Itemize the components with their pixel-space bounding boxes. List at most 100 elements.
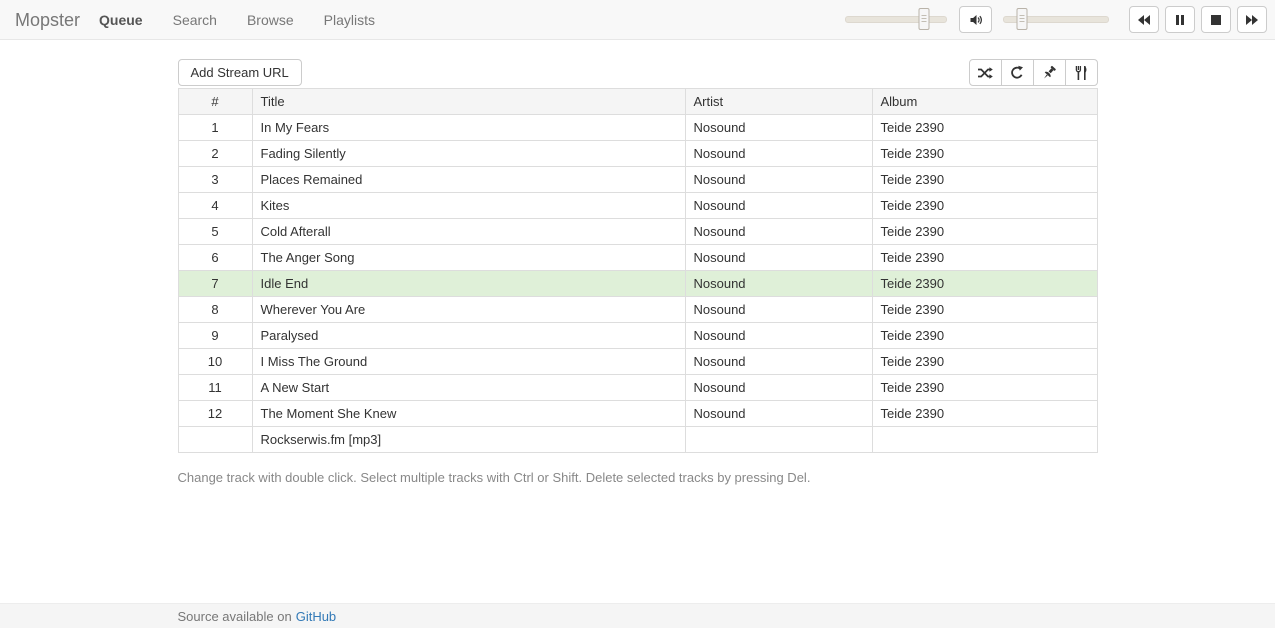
playback-mode-buttons: [969, 59, 1098, 86]
queue-track-row[interactable]: Rockserwis.fm [mp3]: [178, 427, 1097, 453]
track-album: Teide 2390: [872, 141, 1097, 167]
track-title: In My Fears: [252, 115, 685, 141]
track-title: Places Remained: [252, 167, 685, 193]
pin-button[interactable]: [1033, 59, 1066, 86]
queue-table-header-row: #TitleArtistAlbum: [178, 89, 1097, 115]
track-title: I Miss The Ground: [252, 349, 685, 375]
next-button[interactable]: [1237, 6, 1267, 33]
consume-button[interactable]: [1065, 59, 1098, 86]
track-title: A New Start: [252, 375, 685, 401]
track-album: Teide 2390: [872, 245, 1097, 271]
track-artist: Nosound: [685, 141, 872, 167]
track-artist: Nosound: [685, 375, 872, 401]
track-artist: Nosound: [685, 271, 872, 297]
track-album: Teide 2390: [872, 271, 1097, 297]
track-number: [178, 427, 252, 453]
nav-item-browse[interactable]: Browse: [232, 0, 309, 40]
column-header-num: #: [178, 89, 252, 115]
column-header-album: Album: [872, 89, 1097, 115]
page-content: Add Stream URL: [0, 40, 1275, 603]
column-header-artist: Artist: [685, 89, 872, 115]
speaker-icon: [968, 12, 984, 28]
nav-item-queue[interactable]: Queue: [84, 0, 158, 40]
nav-item-search[interactable]: Search: [158, 0, 232, 40]
queue-track-row[interactable]: 6 The Anger Song Nosound Teide 2390: [178, 245, 1097, 271]
queue-toolbar: Add Stream URL: [178, 59, 1098, 86]
mute-button[interactable]: [959, 6, 992, 33]
track-number: 2: [178, 141, 252, 167]
queue-track-row[interactable]: 8 Wherever You Are Nosound Teide 2390: [178, 297, 1097, 323]
track-album: Teide 2390: [872, 193, 1097, 219]
stop-icon: [1210, 14, 1222, 26]
queue-track-row[interactable]: 9 Paralysed Nosound Teide 2390: [178, 323, 1097, 349]
track-title: Kites: [252, 193, 685, 219]
add-stream-url-button[interactable]: Add Stream URL: [178, 59, 302, 86]
track-title: The Moment She Knew: [252, 401, 685, 427]
volume-slider[interactable]: [845, 16, 947, 23]
track-album: Teide 2390: [872, 401, 1097, 427]
track-album: Teide 2390: [872, 115, 1097, 141]
next-icon: [1245, 14, 1259, 26]
track-artist: Nosound: [685, 167, 872, 193]
player-controls: [845, 6, 1267, 33]
track-number: 5: [178, 219, 252, 245]
track-title: Fading Silently: [252, 141, 685, 167]
queue-table: #TitleArtistAlbum 1 In My Fears Nosound …: [178, 88, 1098, 453]
track-album: Teide 2390: [872, 349, 1097, 375]
track-artist: [685, 427, 872, 453]
track-number: 12: [178, 401, 252, 427]
queue-track-row[interactable]: 5 Cold Afterall Nosound Teide 2390: [178, 219, 1097, 245]
track-artist: Nosound: [685, 349, 872, 375]
queue-track-row[interactable]: 7 Idle End Nosound Teide 2390: [178, 271, 1097, 297]
track-artist: Nosound: [685, 245, 872, 271]
queue-track-row[interactable]: 4 Kites Nosound Teide 2390: [178, 193, 1097, 219]
transport-buttons: [1123, 6, 1267, 33]
app-brand[interactable]: Mopster: [0, 0, 84, 40]
queue-track-row[interactable]: 12 The Moment She Knew Nosound Teide 239…: [178, 401, 1097, 427]
track-title: Paralysed: [252, 323, 685, 349]
track-number: 11: [178, 375, 252, 401]
track-title: Cold Afterall: [252, 219, 685, 245]
footer: Source available on GitHub: [0, 603, 1275, 628]
previous-icon: [1137, 14, 1151, 26]
track-artist: Nosound: [685, 219, 872, 245]
track-artist: Nosound: [685, 115, 872, 141]
seek-slider-handle[interactable]: [1016, 8, 1027, 30]
track-artist: Nosound: [685, 297, 872, 323]
queue-track-row[interactable]: 2 Fading Silently Nosound Teide 2390: [178, 141, 1097, 167]
cutlery-icon: [1073, 65, 1089, 81]
track-number: 8: [178, 297, 252, 323]
track-album: Teide 2390: [872, 219, 1097, 245]
queue-track-row[interactable]: 11 A New Start Nosound Teide 2390: [178, 375, 1097, 401]
repeat-button[interactable]: [1001, 59, 1034, 86]
track-album: Teide 2390: [872, 323, 1097, 349]
usage-hint: Change track with double click. Select m…: [178, 470, 1098, 485]
track-number: 7: [178, 271, 252, 297]
track-number: 6: [178, 245, 252, 271]
track-artist: Nosound: [685, 401, 872, 427]
track-artist: Nosound: [685, 193, 872, 219]
column-header-title: Title: [252, 89, 685, 115]
shuffle-icon: [977, 65, 993, 81]
stop-button[interactable]: [1201, 6, 1231, 33]
queue-track-row[interactable]: 1 In My Fears Nosound Teide 2390: [178, 115, 1097, 141]
queue-track-row[interactable]: 10 I Miss The Ground Nosound Teide 2390: [178, 349, 1097, 375]
volume-slider-handle[interactable]: [919, 8, 930, 30]
previous-button[interactable]: [1129, 6, 1159, 33]
track-title: The Anger Song: [252, 245, 685, 271]
main-nav: QueueSearchBrowsePlaylists: [84, 0, 390, 40]
footer-text: Source available on: [178, 609, 292, 624]
track-title: Wherever You Are: [252, 297, 685, 323]
pause-button[interactable]: [1165, 6, 1195, 33]
track-artist: Nosound: [685, 323, 872, 349]
nav-item-playlists[interactable]: Playlists: [309, 0, 390, 40]
seek-slider[interactable]: [1003, 16, 1109, 23]
queue-track-row[interactable]: 3 Places Remained Nosound Teide 2390: [178, 167, 1097, 193]
track-number: 3: [178, 167, 252, 193]
github-link[interactable]: GitHub: [296, 609, 336, 624]
track-album: Teide 2390: [872, 375, 1097, 401]
shuffle-button[interactable]: [969, 59, 1002, 86]
track-album: Teide 2390: [872, 297, 1097, 323]
track-number: 4: [178, 193, 252, 219]
track-album: Teide 2390: [872, 167, 1097, 193]
